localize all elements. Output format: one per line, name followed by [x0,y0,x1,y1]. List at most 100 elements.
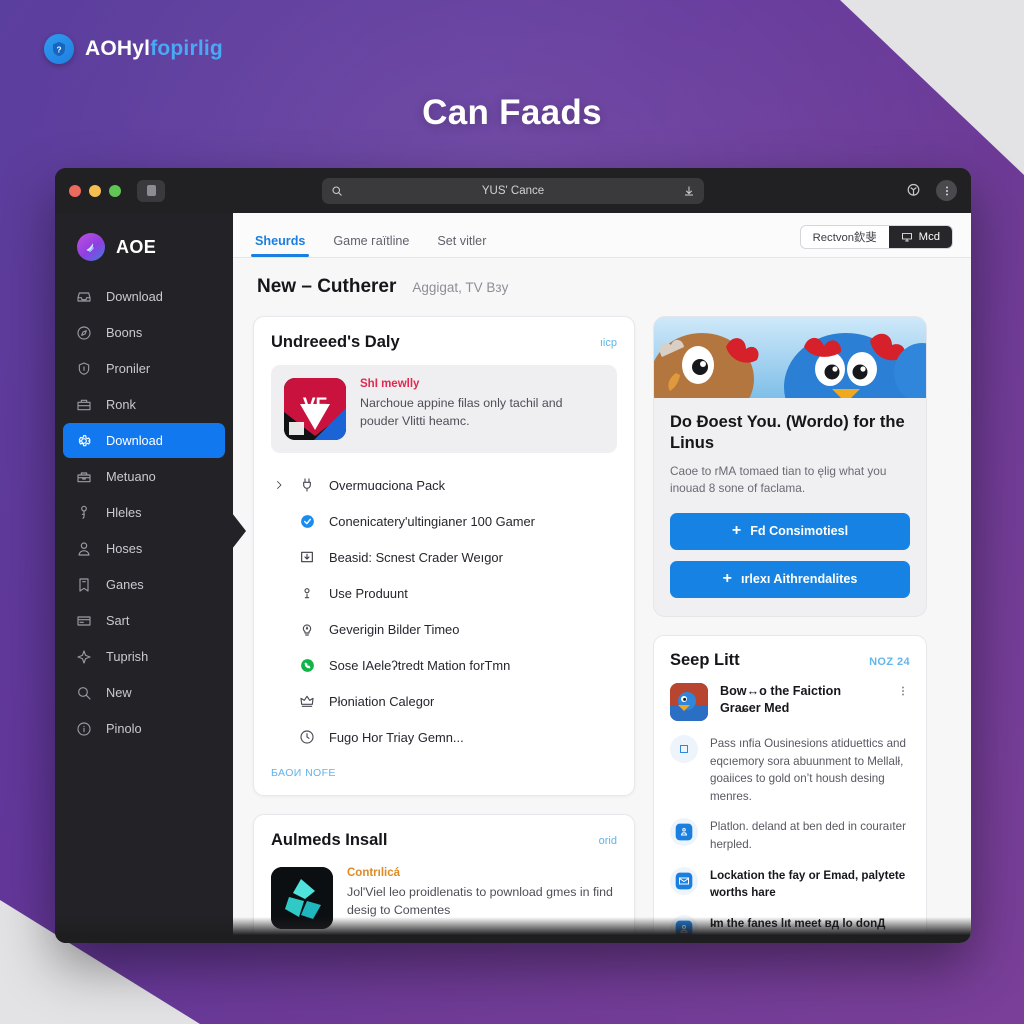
omnibox[interactable]: YUS' Cance [322,177,704,204]
page-subtitle: Aggigat, TV Bзy [412,280,509,295]
monitor-icon [901,231,913,243]
close-window-button[interactable] [69,184,81,197]
list-item[interactable]: I̵̵m the fanes lıt meet вд lo donД [670,914,910,943]
list-item[interactable]: Fugo Hor Triay Gemn... [271,719,617,755]
sidebar-item-label: Download [106,433,163,448]
traffic-lights[interactable] [69,184,121,197]
hero-action-button-2[interactable]: + ırlexı Aithrendalites [670,560,910,598]
shield-icon [75,361,92,377]
extension-icon[interactable] [905,182,922,199]
minimize-window-button[interactable] [89,184,101,197]
view-mode-option-1[interactable]: Rectvon欽斐 [800,226,889,248]
browser-window: YUS' Cance AOE Download Boons Proniler R… [55,168,971,943]
daily-card-link[interactable]: ıicp [600,337,617,349]
sidebar-item-ganes[interactable]: Ganes [63,567,225,602]
sidebar-item-label: Proniler [106,361,151,376]
sidebar-item-new[interactable]: New [63,675,225,710]
hero-image [654,317,926,398]
install-promo[interactable]: Contrılicá Jol'Viel leo proidlenatis to … [271,863,617,929]
tab-game-a-tline[interactable]: Game гaïtline [323,234,419,257]
info-icon [75,721,92,737]
sidebar-brand[interactable]: AOE [55,225,233,279]
hero-action-label: Fd Consimotiesl [750,524,849,539]
sidebar-pointer-nub [232,513,246,549]
vf-logo-icon: VF [284,378,346,440]
titlebar-actions[interactable] [905,180,957,201]
hero-button-group: + Fd Consimotiesl + ırlexı Aithrendalites [670,512,910,598]
brand-lockup[interactable]: ? AOHylfopirlig [44,34,223,64]
search-icon [75,685,92,701]
sidebar-item-tuprish[interactable]: Tuprish [63,639,225,674]
sidebar-item-label: New [106,685,132,700]
list-item[interactable]: Beasid: Scnest Crader Weıgor [271,539,617,575]
inbox-icon [75,289,92,305]
sidebar-item-hleles[interactable]: Hleles [63,495,225,530]
download-box-icon [297,549,317,565]
list-item-label: Beasid: Scnest Crader Weıgor [329,549,503,565]
mail-icon [670,866,698,895]
install-card-link[interactable]: orid [599,835,617,847]
list-item[interactable]: Lockation the fay or Emad, palytete wort… [670,866,910,902]
location-pin-icon [297,585,317,601]
sidebar-item-sart[interactable]: Sart [63,603,225,638]
hero-action-button-1[interactable]: + Fd Consimotiesl [670,512,910,550]
sidebar-item-label: Sart [106,613,130,628]
sidebar-item-pinolo[interactable]: Pinolo [63,711,225,746]
crystal-shards-icon [271,867,333,929]
install-card-title: Aulmeds Insall [271,831,388,849]
featured-item-title: Bow↔o the Faiction Graɕer Med [720,683,842,715]
sidebar-item-download[interactable]: Download [63,279,225,314]
kebab-menu-icon[interactable] [896,683,910,697]
sidebar-item-boons[interactable]: Boons [63,315,225,350]
sidebar-item-metuano[interactable]: Metuano [63,459,225,494]
install-card-header: Aulmeds Insall orid [271,831,617,850]
list-item-label: Geverigin Bilder Timeo [329,621,460,637]
window-body: AOE Download Boons Proniler Ronk Download Met… [55,213,971,943]
svg-text:VF: VF [303,395,327,416]
sidebar-nav: Download Boons Proniler Ronk Download Metuano… [55,279,233,746]
toolbox-icon [75,469,92,485]
list-item[interactable]: Pass ınfia Ousinesions atiduettics and e… [670,734,910,805]
key-person-icon [75,505,92,521]
plus-icon: + [722,570,732,588]
two-column-layout: Undreeed's Daly ıicp VF SһI mewlly Narch… [253,316,951,943]
promo-text: SһI mewlly Narchoue appine filaѕ only ta… [360,378,604,440]
sidebar-item-label: Metuano [106,469,156,484]
sidebar-item-hoses[interactable]: Hoses [63,531,225,566]
list-item[interactable]: Overmuɑciona Pack [271,467,617,503]
tab-set-vitler[interactable]: Set vitler [427,234,496,257]
list-item[interactable]: Platlon. deland at ben ded in couraıter … [670,818,910,853]
tab-sheurds[interactable]: Sheurds [245,234,315,257]
compass-icon [75,325,92,341]
game-thumbnail-icon [670,682,708,721]
featured-item[interactable]: Bow↔o the Faiction Graɕer Med [670,682,910,721]
sidebar-item-label: Ganes [106,577,144,592]
list-item[interactable]: Geverigin Bilder Timeo [271,611,617,647]
sidebar-title: AOE [116,236,157,257]
sidebar-item-download[interactable]: Download [63,423,225,458]
list-item[interactable]: Sose IАeleʔtredt Mation forTmn [271,647,617,683]
sidebar-item-proniler[interactable]: Proniler [63,351,225,386]
zoom-window-button[interactable] [109,184,121,197]
tab-thumbnail-icon[interactable] [137,179,165,202]
list-item-text: Platlon. deland at ben ded in couraıter … [710,820,906,851]
omnibox-url: YUS' Cance [481,184,545,197]
daily-card: Undreeed's Daly ıicp VF SһI mewlly Narch… [253,316,635,796]
sidebar-item-label: Tuprish [106,649,149,664]
daily-card-header: Undreeed's Daly ıicp [271,333,617,352]
view-mode-option-2[interactable]: Mcd [888,226,952,248]
check-circle-icon [297,513,317,530]
list-item[interactable]: Płoniation Calegor [271,683,617,719]
download-arrow-icon[interactable] [683,185,695,197]
promo-banner[interactable]: VF SһI mewlly Narchoue appine filaѕ only… [271,365,617,453]
list-item[interactable]: Conenicatery'ultingianer 100 Gamer [271,503,617,539]
view-mode-segmented-control[interactable]: Rectvon欽斐 Mcd [799,225,953,249]
list-item[interactable]: Use Produunt [271,575,617,611]
hero-action-label: ırlexı Aithrendalites [740,572,858,587]
hero-card: Do Đoest You. (Wordo) for the Linus Caoe… [653,316,927,617]
page-header: New – Cutherer Aggigat, TV Bзy [257,276,951,298]
daily-more-link[interactable]: БАОИ NOFE [271,767,617,779]
overflow-menu-icon[interactable] [936,180,957,201]
content-scroll[interactable]: New – Cutherer Aggigat, TV Bзy Undreeed'… [233,258,971,943]
sidebar-item-ronk[interactable]: Ronk [63,387,225,422]
